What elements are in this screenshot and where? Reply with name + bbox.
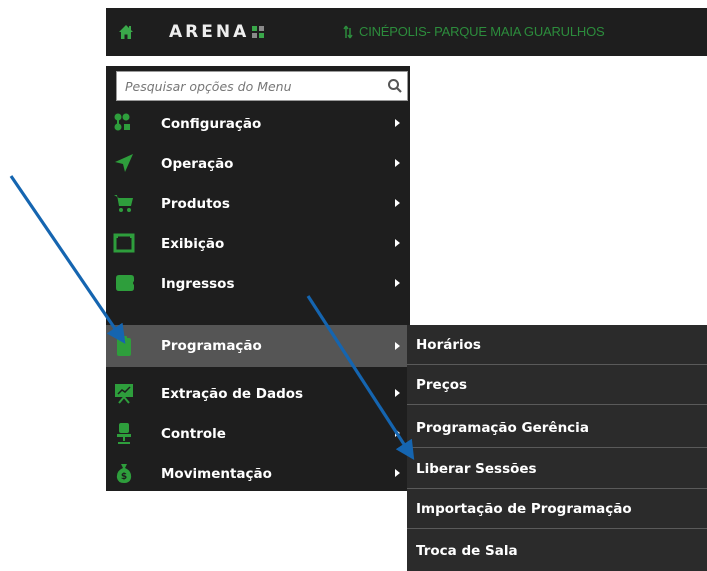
sidebar-item-configuracao[interactable]: Configuração	[106, 104, 410, 144]
chevron-right-icon	[395, 119, 400, 127]
location-label: CINÉPOLIS- PARQUE MAIA GUARULHOS	[359, 24, 605, 39]
sidebar-item-controle[interactable]: Controle	[106, 414, 410, 454]
submenu-item-precos[interactable]: Preços	[407, 365, 707, 405]
clipboard-icon	[112, 335, 136, 357]
sidebar-item-extracao-de-dados[interactable]: Extração de Dados	[106, 374, 410, 414]
sidebar-item-exibicao[interactable]: Exibição	[106, 224, 410, 264]
submenu-item-label: Troca de Sala	[416, 543, 518, 559]
submenu-item-label: Importação de Programação	[416, 501, 632, 517]
location-selector[interactable]: CINÉPOLIS- PARQUE MAIA GUARULHOS	[343, 24, 605, 39]
sidebar-item-label: Exibição	[161, 236, 225, 252]
logo-text: ARENA	[169, 22, 250, 42]
submenu-item-label: Horários	[416, 337, 481, 353]
sidebar-item-label: Movimentação	[161, 466, 272, 482]
chair-icon	[112, 422, 136, 444]
submenu-item-liberar-sessoes[interactable]: Liberar Sessões	[407, 449, 707, 489]
sidebar-item-label: Operação	[161, 156, 234, 172]
presentation-icon	[112, 382, 136, 404]
chevron-right-icon	[395, 159, 400, 167]
svg-text:$: $	[121, 472, 127, 482]
sidebar-item-label: Programação	[161, 338, 262, 354]
sitemap-icon	[112, 112, 136, 134]
swap-icon	[343, 25, 353, 38]
home-icon	[119, 25, 133, 39]
tickets-icon	[112, 272, 136, 294]
sidebar-item-programacao[interactable]: Programação	[106, 325, 410, 367]
sidebar-item-label: Extração de Dados	[161, 386, 304, 402]
chevron-right-icon	[395, 279, 400, 287]
sidebar-item-label: Ingressos	[161, 276, 235, 292]
submenu-item-troca-de-sala[interactable]: Troca de Sala	[407, 531, 707, 571]
arena-logo[interactable]: ARENA	[169, 21, 265, 43]
submenu-item-label: Programação Gerência	[416, 420, 589, 436]
sidebar-item-ingressos[interactable]: Ingressos	[106, 264, 410, 304]
submenu-item-label: Preços	[416, 377, 468, 393]
chevron-right-icon	[395, 239, 400, 247]
search-icon[interactable]	[387, 78, 403, 94]
menu-search	[116, 71, 408, 101]
submenu-item-programacao-gerencia[interactable]: Programação Gerência	[407, 408, 707, 448]
sidebar-item-operacao[interactable]: Operação	[106, 144, 410, 184]
search-input[interactable]	[117, 72, 375, 100]
submenu-item-importacao-de-programacao[interactable]: Importação de Programação	[407, 489, 707, 529]
chevron-right-icon	[395, 429, 400, 437]
sidebar-menu: Configuração Operação Produtos	[106, 66, 410, 491]
sidebar-item-label: Controle	[161, 426, 226, 442]
submenu-item-label: Liberar Sessões	[416, 461, 537, 477]
top-bar: ARENA CINÉPOLIS- PARQUE MAIA GUARULHOS	[106, 8, 707, 56]
logo-grid-icon	[252, 26, 265, 38]
screen-icon	[112, 232, 136, 254]
chevron-right-icon	[395, 389, 400, 397]
annotation-arrow-programacao	[9, 175, 126, 344]
home-button[interactable]	[106, 8, 146, 56]
sidebar-item-label: Produtos	[161, 196, 230, 212]
submenu-item-horarios[interactable]: Horários	[407, 325, 707, 365]
sidebar-item-movimentacao[interactable]: $ Movimentação	[106, 454, 410, 494]
submenu-programacao: Horários Preços Programação Gerência Lib…	[407, 325, 707, 571]
chevron-right-icon	[395, 342, 400, 350]
money-bag-icon: $	[112, 462, 136, 484]
send-icon	[112, 152, 136, 174]
chevron-right-icon	[395, 469, 400, 477]
chevron-right-icon	[395, 199, 400, 207]
sidebar-item-label: Configuração	[161, 116, 262, 132]
cart-icon	[112, 192, 136, 214]
sidebar-item-produtos[interactable]: Produtos	[106, 184, 410, 224]
